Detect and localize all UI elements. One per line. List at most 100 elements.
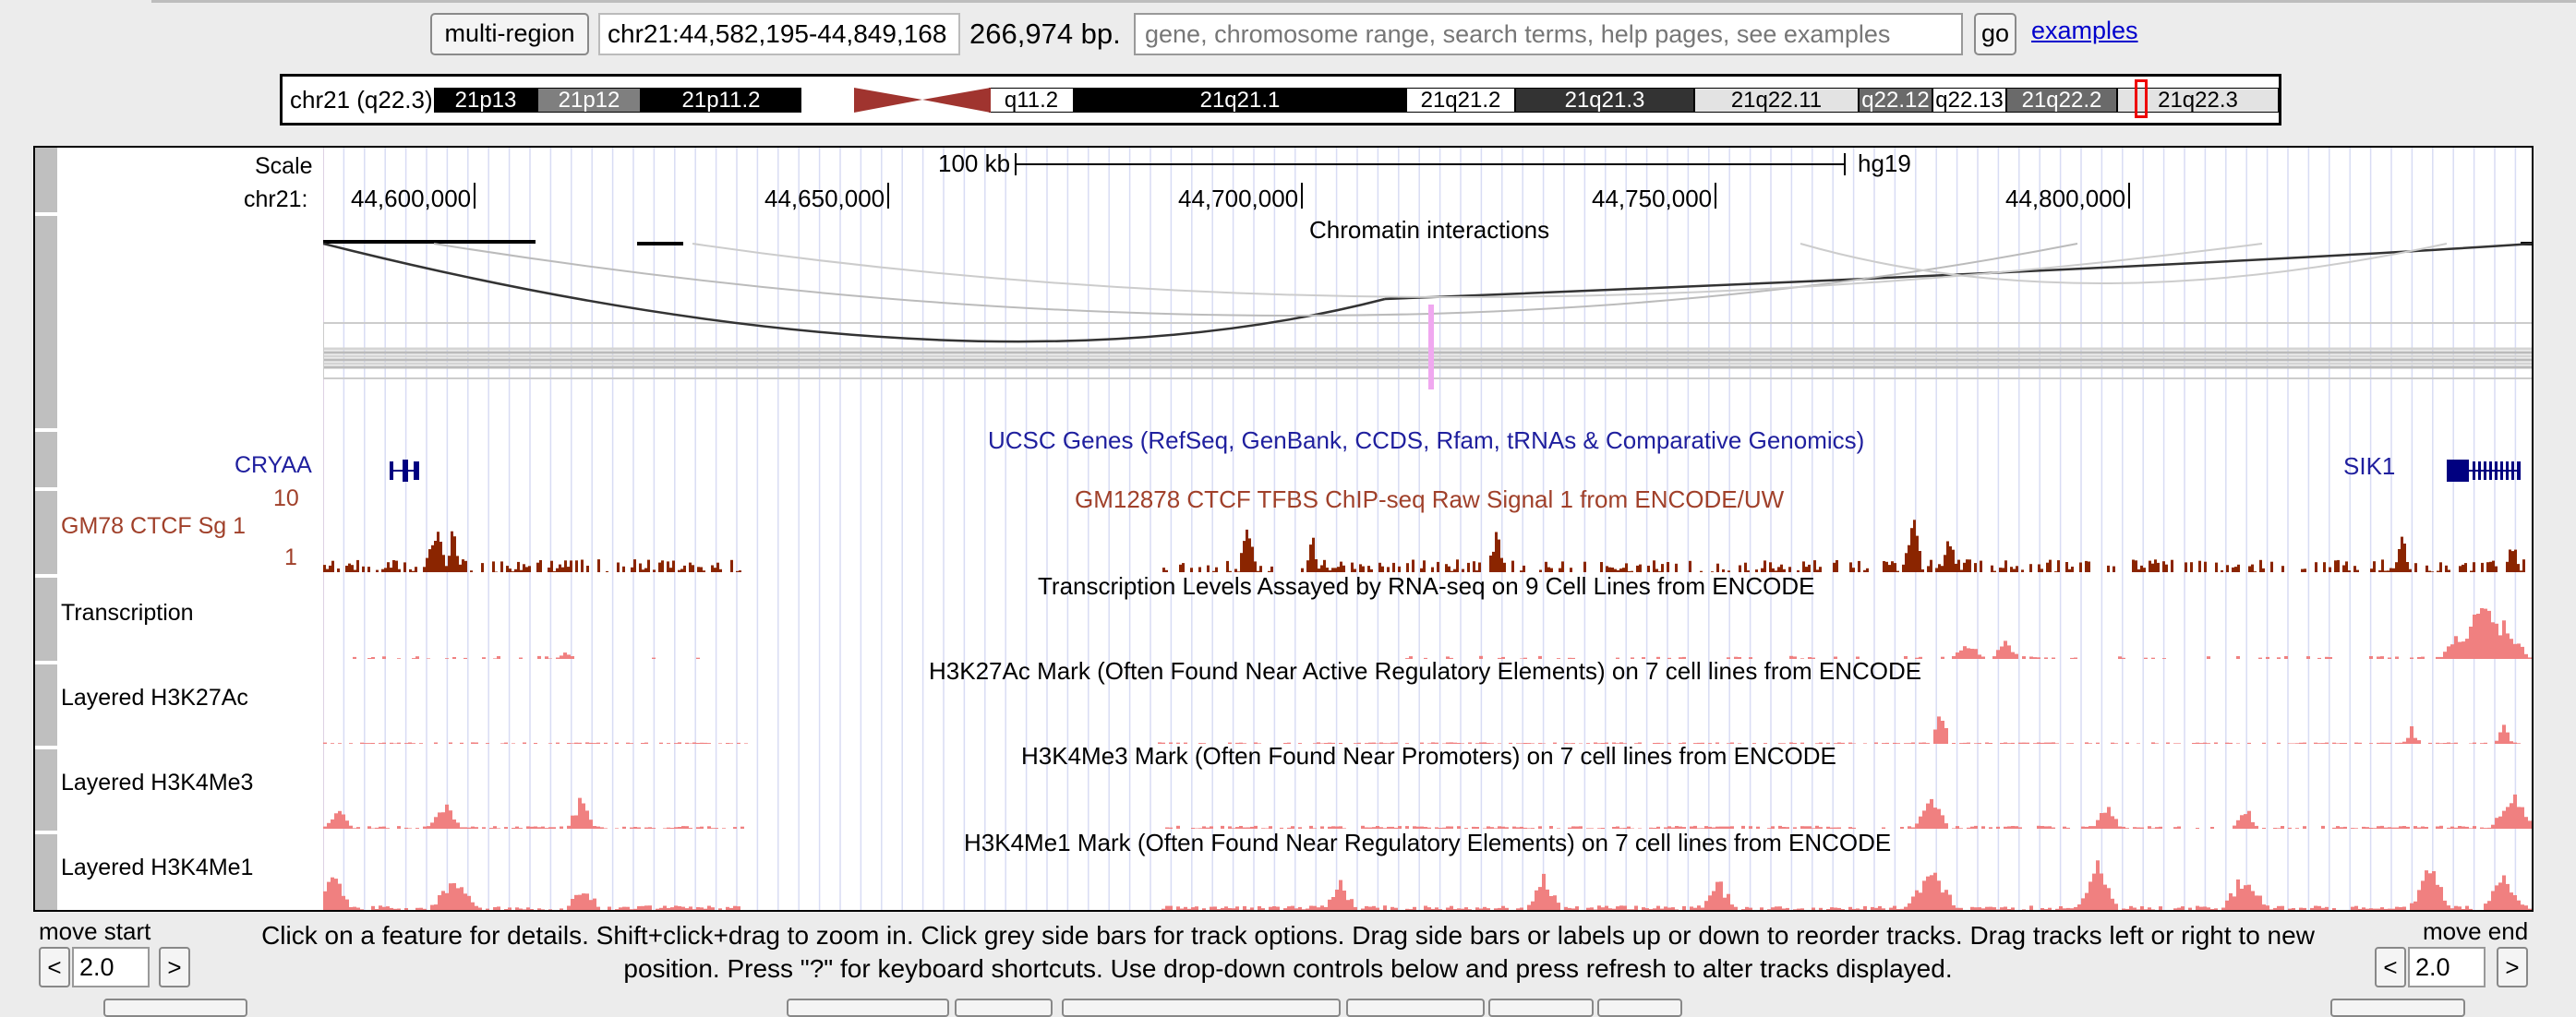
h3k27ac-sidebar[interactable] [35, 664, 57, 748]
transcription-sidebar[interactable] [35, 578, 57, 663]
interactions-sidebar[interactable] [35, 216, 57, 430]
ctcf-signal-bar [2459, 566, 2462, 572]
track-browser[interactable]: Scale chr21: CRYAA 10 GM78 CTCF Sg 1 1 T… [33, 146, 2534, 912]
h3k27ac-signal-bar [1908, 743, 1911, 744]
h3k4me3-track-label[interactable]: Layered H3K4Me3 [61, 770, 253, 796]
h3k4me3-signal-bar [2399, 826, 2402, 829]
h3k4me3-signal-bar [2148, 826, 2151, 829]
h3k4me1-signal-bar [619, 907, 622, 910]
ctcf-track-label[interactable]: GM78 CTCF Sg 1 [61, 513, 246, 540]
h3k4me1-signal-bar [1549, 896, 1553, 910]
h3k4me1-signal-bar [1269, 906, 1272, 910]
ideogram-band[interactable]: q11.2 [989, 88, 1074, 113]
h3k27ac-signal-bar [667, 743, 670, 744]
h3k4me3-signal-bar [589, 820, 593, 829]
gene-label-sik1[interactable]: SIK1 [2343, 452, 2395, 481]
h3k4me1-signal-bar [360, 909, 364, 910]
ideogram-band[interactable]: 21q22.11 [1694, 88, 1859, 113]
h3k27ac-track-label[interactable]: Layered H3K27Ac [61, 685, 248, 712]
h3k27ac-signal-bar [2151, 742, 2155, 744]
h3k4me3-signal-bar [423, 826, 427, 829]
control-button-partial[interactable] [1346, 999, 1485, 1017]
h3k4me1-signal-bar [585, 893, 589, 910]
h3k4me1-signal-bar [1309, 905, 1313, 910]
h3k4me1-signal-bar [2096, 860, 2100, 910]
ctcf-signal-bar [1946, 541, 1949, 572]
chromosome-ideogram[interactable]: chr21 (q22.3) 21p13 21p12 21p11.2 q11.2 21q2… [280, 74, 2281, 126]
h3k4me1-signal-bar [1852, 908, 1856, 910]
ctcf-signal-bar [451, 531, 453, 572]
move-end-right-button[interactable]: > [2497, 947, 2528, 987]
control-button-partial[interactable] [1062, 999, 1341, 1017]
gene-label-cryaa[interactable]: CRYAA [235, 452, 312, 479]
h3k4me1-track-label[interactable]: Layered H3K4Me1 [61, 855, 253, 881]
move-start-right-button[interactable]: > [159, 947, 190, 987]
h3k4me1-signal-bar [2506, 883, 2510, 910]
h3k4me1-signal-bar [1871, 906, 1874, 910]
ideogram-band[interactable]: 21q21.3 [1515, 88, 1694, 113]
control-button-partial[interactable] [955, 999, 1053, 1017]
h3k4me1-signal-bar [1342, 891, 1346, 910]
h3k4me3-signal-bar [2332, 827, 2336, 829]
h3k4me3-signal-bar [349, 825, 353, 829]
h3k27ac-signal-bar [1933, 729, 1937, 744]
ideogram-band[interactable]: 21p11.2 [641, 88, 801, 113]
ideogram-band[interactable]: 21q21.1 [1074, 88, 1406, 113]
control-button-partial[interactable] [1597, 999, 1682, 1017]
control-button-partial[interactable] [787, 999, 949, 1017]
ctcf-signal-bar [2401, 536, 2403, 572]
ideogram-band[interactable]: q22.12 [1859, 88, 1932, 113]
h3k4me1-signal-bar [1191, 907, 1195, 910]
ctcf-sidebar[interactable] [35, 491, 57, 576]
search-input[interactable] [1134, 13, 1963, 55]
ctcf-signal-bar [1456, 559, 1459, 572]
ideogram-band[interactable]: 21q22.2 [2006, 88, 2117, 113]
move-start-left-button[interactable]: < [39, 947, 70, 987]
ctcf-signal-bar [2334, 560, 2337, 572]
ctcf-signal-bar [1251, 546, 1254, 572]
transcription-signal-bar [2447, 646, 2450, 659]
transcription-signal-bar [2306, 656, 2310, 659]
h3k4me1-sidebar[interactable] [35, 834, 57, 910]
h3k27ac-signal-bar [707, 743, 711, 744]
h3k4me1-signal-bar [1904, 906, 1908, 910]
transcription-signal-bar [2118, 656, 2122, 659]
h3k4me3-signal-bar [367, 826, 371, 829]
ctcf-signal-bar [528, 566, 531, 572]
transcription-signal-bar [2151, 657, 2155, 659]
h3k4me3-signal-bar [2303, 826, 2306, 829]
position-display[interactable]: chr21:44,582,195-44,849,168 [598, 13, 960, 55]
ctcf-signal-bar [415, 567, 417, 572]
ctcf-signal-bar [2232, 567, 2234, 572]
h3k4me1-signal-bar [1568, 907, 1571, 910]
examples-link[interactable]: examples [2031, 17, 2138, 45]
h3k4me1-signal-bar [2070, 908, 2074, 910]
h3k27ac-signal-bar [2033, 743, 2037, 744]
move-end-left-button[interactable]: < [2375, 947, 2406, 987]
multi-region-button[interactable]: multi-region [430, 13, 589, 55]
h3k4me3-sidebar[interactable] [35, 749, 57, 832]
go-button[interactable]: go [1974, 13, 2016, 55]
h3k4me1-signal-bar [560, 908, 563, 910]
ideogram-band[interactable]: 21p12 [537, 88, 641, 113]
ruler-sidebar[interactable] [35, 148, 57, 214]
h3k4me3-signal-bar [537, 827, 541, 829]
track-data-area[interactable] [323, 148, 2534, 910]
h3k4me1-signal-bar [1749, 907, 1752, 910]
h3k4me3-signal-bar [2336, 826, 2340, 829]
h3k4me1-signal-bar [696, 907, 700, 910]
move-start-input[interactable] [72, 947, 150, 987]
control-button-partial[interactable] [2330, 999, 2465, 1017]
move-end-input[interactable] [2408, 947, 2486, 987]
ctcf-signal-bar [1500, 557, 1503, 572]
ideogram-band[interactable]: q22.13 [1932, 88, 2006, 113]
genes-sidebar[interactable] [35, 432, 57, 489]
control-button-partial[interactable] [1488, 999, 1594, 1017]
ideogram-band[interactable]: 21p13 [434, 88, 537, 113]
ideogram-band[interactable]: 21q21.2 [1406, 88, 1515, 113]
gene-exon [414, 461, 419, 480]
h3k4me1-signal-bar [2262, 904, 2266, 910]
h3k27ac-signal-bar [534, 743, 537, 744]
transcription-track-label[interactable]: Transcription [61, 600, 194, 627]
control-button-partial[interactable] [103, 999, 247, 1017]
